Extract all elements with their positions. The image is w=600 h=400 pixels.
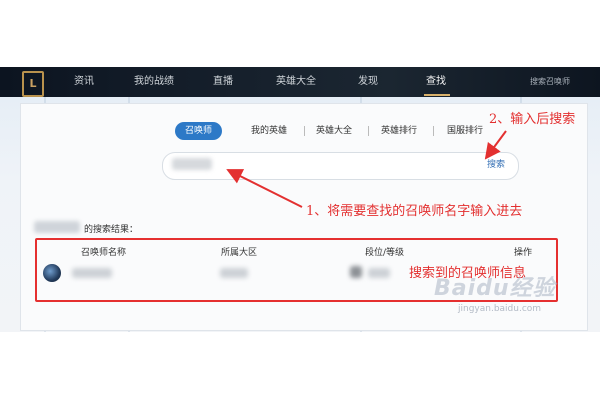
blurred-result-region xyxy=(220,268,248,278)
tab-divider xyxy=(304,126,305,136)
top-whitespace xyxy=(0,0,600,67)
blurred-summoner-name xyxy=(34,221,80,233)
tab-divider xyxy=(368,126,369,136)
blurred-result-rank xyxy=(368,268,390,278)
summoner-avatar[interactable] xyxy=(43,264,61,282)
baidu-watermark: Baidu经验 xyxy=(434,276,556,301)
column-region: 所属大区 xyxy=(221,248,258,258)
nav-item-my-record[interactable]: 我的战绩 xyxy=(134,67,174,97)
tab-my-heroes[interactable]: 我的英雄 xyxy=(251,122,287,140)
blurred-input-text xyxy=(172,158,212,170)
tab-summoner[interactable]: 召唤师 xyxy=(175,122,223,140)
summoner-search-input[interactable] xyxy=(173,157,467,177)
column-rank-level: 段位/等级 xyxy=(365,248,405,258)
column-action: 操作 xyxy=(514,248,533,258)
search-bar xyxy=(162,152,519,180)
nav-item-news[interactable]: 资讯 xyxy=(74,67,94,97)
tab-server-ranking[interactable]: 国服排行 xyxy=(447,122,483,140)
nav-active-indicator xyxy=(424,94,450,96)
tab-divider xyxy=(433,126,434,136)
baidu-watermark-url: jingyan.baidu.com xyxy=(458,304,542,314)
annotation-step2: 2、输入后搜索 xyxy=(489,112,576,127)
top-navigation-bar: L 资讯 我的战绩 直播 英雄大全 发现 查找 搜索召唤师 xyxy=(0,67,600,97)
nav-item-discover[interactable]: 发现 xyxy=(358,67,378,97)
blurred-result-name xyxy=(72,268,112,278)
tab-hero-encyclopedia[interactable]: 英雄大全 xyxy=(316,122,352,140)
nav-item-heroes[interactable]: 英雄大全 xyxy=(276,67,316,97)
search-button[interactable]: 搜索 xyxy=(476,153,516,177)
column-summoner-name: 召唤师名称 xyxy=(81,248,127,258)
rank-icon xyxy=(350,266,362,278)
nav-item-search[interactable]: 查找 xyxy=(426,67,446,97)
tab-hero-ranking[interactable]: 英雄排行 xyxy=(381,122,417,140)
game-logo[interactable]: L xyxy=(22,71,44,97)
nav-item-live[interactable]: 直播 xyxy=(213,67,233,97)
results-heading: 的搜索结果： xyxy=(84,225,139,235)
annotation-step1: 1、将需要查找的召唤师名字输入进去 xyxy=(306,204,523,219)
nav-search-summoner[interactable]: 搜索召唤师 xyxy=(530,67,570,97)
